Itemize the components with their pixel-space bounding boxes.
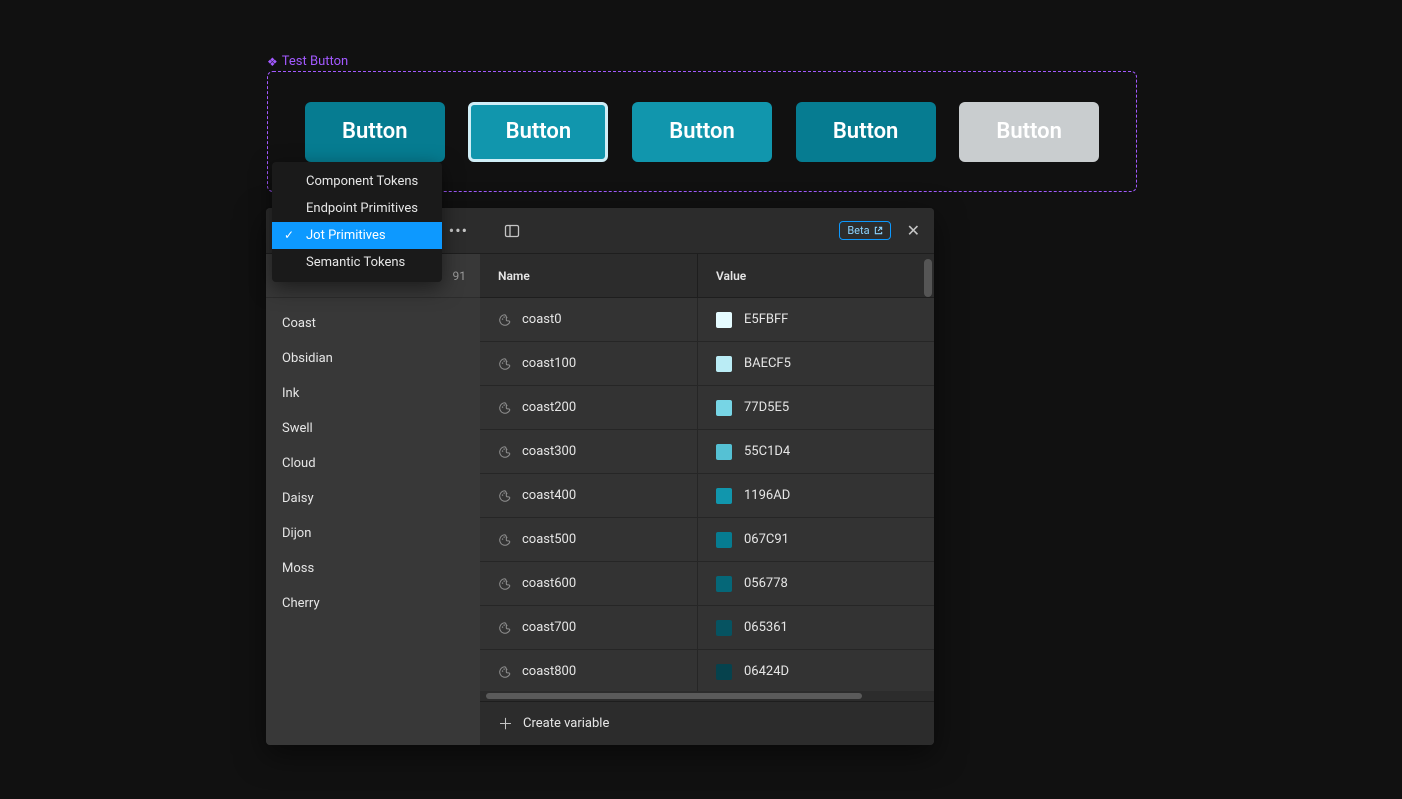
variable-value[interactable]: 056778 bbox=[744, 576, 788, 591]
button-label: Button bbox=[669, 119, 735, 144]
component-frame-label[interactable]: ❖ Test Button bbox=[267, 54, 348, 69]
create-variable-button[interactable]: ＋ Create variable bbox=[480, 701, 934, 745]
variables-panel: ••• Beta ✕ 91 CoastObsidianInkSwellCloud… bbox=[266, 208, 934, 745]
sidebar-item[interactable]: Cloud bbox=[266, 446, 480, 481]
dropdown-item[interactable]: Jot Primitives bbox=[272, 222, 442, 249]
horizontal-scrollbar-track[interactable] bbox=[480, 691, 934, 701]
variable-name: coast700 bbox=[522, 620, 576, 635]
table-row[interactable]: coast300 55C1D4 bbox=[480, 430, 934, 474]
table-header: Name Value bbox=[480, 254, 934, 298]
variable-name: coast500 bbox=[522, 532, 576, 547]
component-icon: ❖ bbox=[267, 55, 278, 69]
horizontal-scrollbar-thumb[interactable] bbox=[486, 693, 862, 699]
color-swatch[interactable] bbox=[716, 576, 732, 592]
button-variant-3[interactable]: Button bbox=[632, 102, 772, 162]
variables-sidebar: 91 CoastObsidianInkSwellCloudDaisyDijonM… bbox=[266, 254, 480, 745]
color-swatch[interactable] bbox=[716, 356, 732, 372]
sidebar-item[interactable]: Cherry bbox=[266, 586, 480, 621]
variable-name: coast200 bbox=[522, 400, 576, 415]
color-variable-icon bbox=[498, 533, 512, 547]
table-row[interactable]: coast400 1196AD bbox=[480, 474, 934, 518]
table-row[interactable]: coast800 06424D bbox=[480, 650, 934, 691]
beta-badge[interactable]: Beta bbox=[839, 221, 890, 240]
color-variable-icon bbox=[498, 401, 512, 415]
variable-name: coast0 bbox=[522, 312, 562, 327]
variable-value[interactable]: 065361 bbox=[744, 620, 788, 635]
column-header-name[interactable]: Name bbox=[498, 269, 530, 283]
sidebar-item[interactable]: Moss bbox=[266, 551, 480, 586]
sidebar-item[interactable]: Coast bbox=[266, 306, 480, 341]
beta-label: Beta bbox=[847, 224, 869, 237]
variable-name: coast300 bbox=[522, 444, 576, 459]
collection-dropdown[interactable]: Component TokensEndpoint PrimitivesJot P… bbox=[272, 162, 442, 282]
variable-value[interactable]: BAECF5 bbox=[744, 356, 791, 371]
component-label-text: Test Button bbox=[282, 54, 348, 69]
button-variant-2[interactable]: Button bbox=[468, 102, 608, 162]
button-label: Button bbox=[833, 119, 899, 144]
color-swatch[interactable] bbox=[716, 620, 732, 636]
external-link-icon bbox=[874, 226, 883, 235]
sidebar-item[interactable]: Daisy bbox=[266, 481, 480, 516]
color-variable-icon bbox=[498, 357, 512, 371]
color-swatch[interactable] bbox=[716, 532, 732, 548]
table-row[interactable]: coast700 065361 bbox=[480, 606, 934, 650]
color-variable-icon bbox=[498, 489, 512, 503]
button-variant-4[interactable]: Button bbox=[796, 102, 936, 162]
table-row[interactable]: coast600 056778 bbox=[480, 562, 934, 606]
sidebar-item[interactable]: Swell bbox=[266, 411, 480, 446]
variables-table: Name Value coast0E5FBFFcoast100BAECF5coa… bbox=[480, 254, 934, 745]
column-header-value[interactable]: Value bbox=[716, 269, 746, 283]
button-label: Button bbox=[342, 119, 408, 144]
sidebar-item[interactable]: Ink bbox=[266, 376, 480, 411]
dropdown-item[interactable]: Endpoint Primitives bbox=[272, 195, 442, 222]
dropdown-item[interactable]: Component Tokens bbox=[272, 168, 442, 195]
color-variable-icon bbox=[498, 665, 512, 679]
variable-name: coast800 bbox=[522, 664, 576, 679]
color-swatch[interactable] bbox=[716, 444, 732, 460]
button-label: Button bbox=[506, 119, 572, 144]
color-variable-icon bbox=[498, 621, 512, 635]
color-swatch[interactable] bbox=[716, 488, 732, 504]
variable-value[interactable]: 77D5E5 bbox=[744, 400, 789, 415]
color-swatch[interactable] bbox=[716, 400, 732, 416]
color-swatch[interactable] bbox=[716, 664, 732, 680]
variable-value[interactable]: 067C91 bbox=[744, 532, 789, 547]
table-row[interactable]: coast100 BAECF5 bbox=[480, 342, 934, 386]
button-label: Button bbox=[996, 119, 1062, 144]
button-variant-5[interactable]: Button bbox=[959, 102, 1099, 162]
create-variable-label: Create variable bbox=[523, 716, 609, 731]
sidebar-toggle-icon[interactable] bbox=[504, 223, 520, 239]
sidebar-item[interactable]: Obsidian bbox=[266, 341, 480, 376]
more-options-icon[interactable]: ••• bbox=[449, 221, 468, 240]
table-row[interactable]: coast500 067C91 bbox=[480, 518, 934, 562]
plus-icon: ＋ bbox=[498, 713, 513, 734]
variable-value[interactable]: E5FBFF bbox=[744, 312, 788, 327]
variable-name: coast100 bbox=[522, 356, 576, 371]
color-variable-icon bbox=[498, 313, 512, 327]
variable-name: coast400 bbox=[522, 488, 576, 503]
variable-name: coast600 bbox=[522, 576, 576, 591]
color-swatch[interactable] bbox=[716, 312, 732, 328]
variable-value[interactable]: 1196AD bbox=[744, 488, 790, 503]
button-variant-1[interactable]: Button bbox=[305, 102, 445, 162]
close-icon[interactable]: ✕ bbox=[907, 221, 920, 240]
color-variable-icon bbox=[498, 445, 512, 459]
table-row[interactable]: coast0 E5FBFF bbox=[480, 298, 934, 342]
sidebar-item[interactable]: Dijon bbox=[266, 516, 480, 551]
color-variable-icon bbox=[498, 577, 512, 591]
dropdown-item[interactable]: Semantic Tokens bbox=[272, 249, 442, 276]
variable-value[interactable]: 06424D bbox=[744, 664, 789, 679]
table-row[interactable]: coast200 77D5E5 bbox=[480, 386, 934, 430]
vertical-scrollbar[interactable] bbox=[924, 259, 932, 297]
all-variables-count: 91 bbox=[453, 269, 467, 283]
variable-value[interactable]: 55C1D4 bbox=[744, 444, 790, 459]
